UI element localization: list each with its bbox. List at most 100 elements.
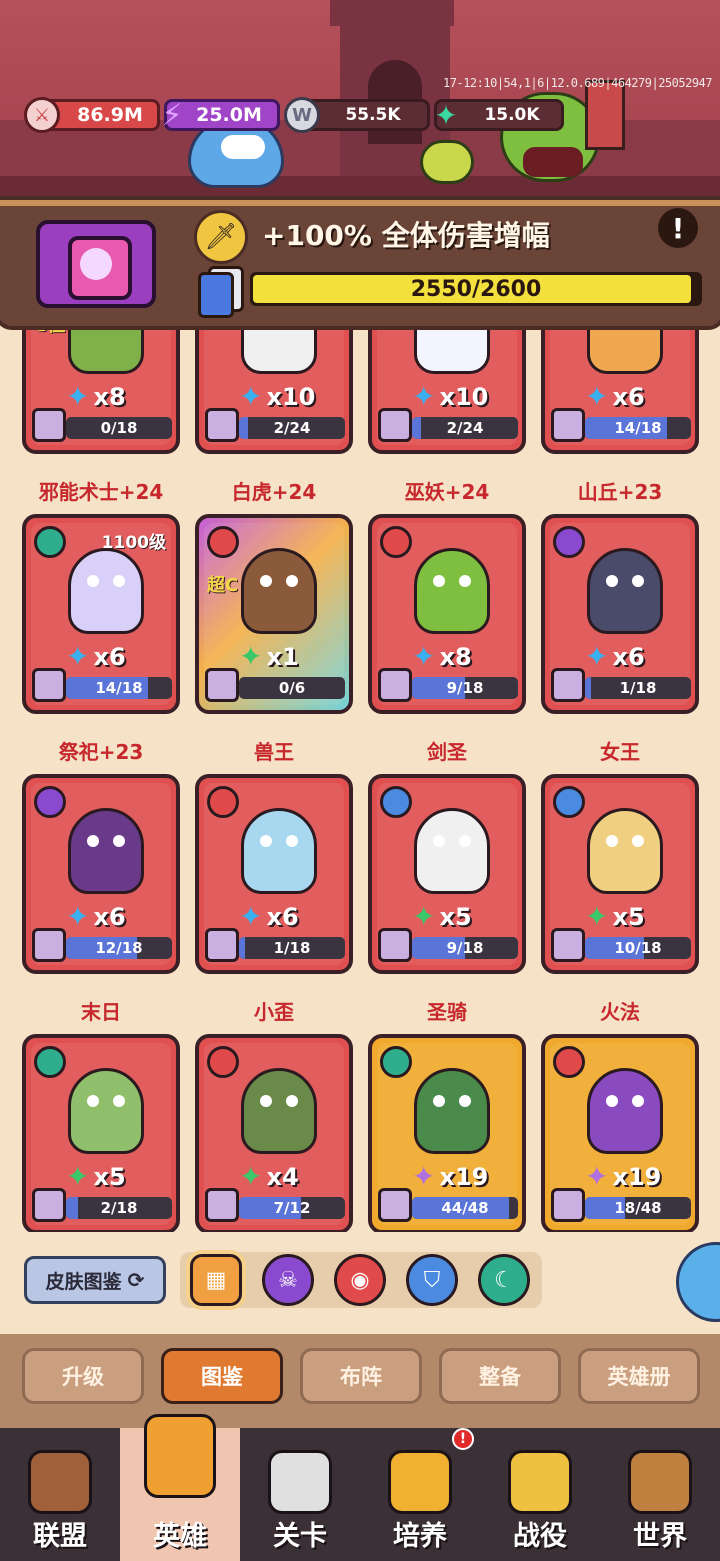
hero-name: 邪能术士+24 [38, 480, 164, 504]
hero-multiplier: ✦ x6 [585, 642, 645, 672]
filter-all-button[interactable]: ▦ [190, 1254, 242, 1306]
companion-icon [32, 408, 66, 442]
star-blue-icon: ✦ [412, 640, 436, 673]
nav-label: 关卡 [273, 1521, 327, 1552]
lightning-icon: ⚡ [161, 97, 183, 133]
hero-multiplier: ✦ x5 [66, 1162, 126, 1192]
shard-text: 18/48 [614, 1199, 662, 1217]
hero-multiplier: ✦ x6 [239, 902, 299, 932]
subtab-0[interactable]: 升级 [22, 1348, 144, 1404]
hero-name: 剑圣 [427, 740, 467, 764]
coin-resource[interactable]: W 55.5K [284, 96, 430, 134]
hero-portrait [68, 330, 144, 374]
hero-card[interactable]: ✦ x19 18/48 [541, 1034, 699, 1232]
campaign-icon [508, 1450, 572, 1514]
nav-label: 培养 [393, 1521, 447, 1552]
nav-item-1[interactable]: 英雄 [120, 1414, 240, 1561]
class-red-icon [207, 786, 239, 818]
companion-icon [32, 928, 66, 962]
nav-item-0[interactable]: 联盟 [0, 1428, 120, 1561]
gem-resource[interactable]: ✦ 15.0K [434, 96, 564, 134]
progress-text: 2550/2600 [410, 276, 542, 302]
skin-collection-button[interactable]: 皮肤图鉴 ⟳ [24, 1256, 166, 1304]
hero-grade: C位 [34, 330, 65, 336]
shard-text: 0/18 [100, 419, 138, 437]
hero-card[interactable]: ✦ x10 2/24 [368, 330, 526, 454]
hero-multiplier: ✦ x5 [412, 902, 472, 932]
class-blue-icon [553, 786, 585, 818]
star-purple-icon: ✦ [412, 1160, 436, 1193]
star-blue-icon: ✦ [585, 640, 609, 673]
hero-card[interactable]: ✦ x6 1/18 [541, 514, 699, 714]
hero-card[interactable]: ✦ x8 9/18 [368, 514, 526, 714]
treasure-chest-icon[interactable] [36, 220, 156, 308]
hero-portrait [241, 1068, 317, 1154]
hero-shard-progress: 44/48 [412, 1197, 518, 1219]
hero-name: 白虎+24 [231, 480, 317, 504]
subtab-2[interactable]: 布阵 [300, 1348, 422, 1404]
nav-item-5[interactable]: 世界 [600, 1428, 720, 1561]
hero-card[interactable]: ✦ x6 14/18 [541, 330, 699, 454]
subtab-4[interactable]: 英雄册 [578, 1348, 700, 1404]
multiplier-value: x5 [439, 903, 472, 931]
coin-letter: W [292, 104, 312, 126]
multiplier-value: x6 [93, 903, 126, 931]
hero-shard-progress: 18/48 [585, 1197, 691, 1219]
subtab-1[interactable]: 图鉴 [161, 1348, 283, 1404]
filter-helmet-button[interactable]: ⛉ [406, 1254, 458, 1306]
hero-card[interactable]: ✦ x19 44/48 [368, 1034, 526, 1232]
energy-resource[interactable]: ⚡ 25.0M [161, 96, 280, 134]
card-front [198, 272, 234, 318]
hero-portrait [241, 330, 317, 374]
hero-card[interactable]: ✦ x6 1/18 [195, 774, 353, 974]
hero-card[interactable]: ✦ x5 9/18 [368, 774, 526, 974]
shard-text: 0/6 [278, 679, 306, 697]
hero-multiplier: ✦ x19 [585, 1162, 661, 1192]
nav-item-4[interactable]: 战役 [480, 1428, 600, 1561]
nav-item-2[interactable]: 关卡 [240, 1428, 360, 1561]
hero-portrait [414, 330, 490, 374]
hero-shard-progress: 1/18 [239, 937, 345, 959]
hero-card[interactable]: 1100级 ✦ x6 14/18 [22, 514, 180, 714]
hero-card[interactable]: ✦ x6 12/18 [22, 774, 180, 974]
shard-text: 9/18 [446, 939, 484, 957]
hero-card[interactable]: ✦ x4 7/12 [195, 1034, 353, 1232]
coin-icon: W [284, 97, 320, 133]
star-purple-icon: ✦ [585, 1160, 609, 1193]
hero-card[interactable]: C位 ✦ x8 0/18 [22, 330, 180, 454]
filter-moon-button[interactable]: ☾ [478, 1254, 530, 1306]
class-teal-icon [380, 1046, 412, 1078]
spiral-icon [144, 1414, 216, 1498]
multiplier-value: x8 [439, 643, 472, 671]
hero-card[interactable]: ✦ x5 10/18 [541, 774, 699, 974]
attack-resource[interactable]: ⚔ 86.9M [24, 96, 160, 134]
info-button[interactable]: ! [658, 208, 698, 248]
subtab-3[interactable]: 整备 [439, 1348, 561, 1404]
hero-card[interactable]: ✦ x10 2/24 [195, 330, 353, 454]
class-red-icon [207, 526, 239, 558]
grid-icon: ▦ [205, 1267, 227, 1293]
star-blue-icon: ✦ [66, 640, 90, 673]
hero-shard-progress: 10/18 [585, 937, 691, 959]
companion-icon [205, 928, 239, 962]
filter-skull-button[interactable]: ☠ [262, 1254, 314, 1306]
hero-portrait [414, 548, 490, 634]
hero-card[interactable]: 超C ✦ x1 0/6 [195, 514, 353, 714]
class-purple-icon [34, 786, 66, 818]
hero-shard-progress: 14/18 [66, 677, 172, 699]
hero-shard-progress: 2/24 [239, 417, 345, 439]
skin-collection-label: 皮肤图鉴 [45, 1270, 122, 1293]
filter-mask-button[interactable]: ◉ [334, 1254, 386, 1306]
collection-progress-bar: 2550/2600 [250, 272, 702, 306]
nav-label: 战役 [513, 1521, 567, 1552]
nav-label: 联盟 [33, 1521, 87, 1552]
hero-name: 小歪 [254, 1000, 294, 1024]
helmet-icon: ⛉ [423, 1267, 441, 1293]
hero-shard-progress: 2/24 [412, 417, 518, 439]
class-red-icon [380, 526, 412, 558]
hero-portrait [587, 330, 663, 374]
hero-grid-viewport[interactable]: C位 ✦ x8 0/18 邪能术士+24 ✦ x10 2/24 白虎+24 ✦ x1… [0, 330, 720, 1232]
hero-card[interactable]: ✦ x5 2/18 [22, 1034, 180, 1232]
sword-icon [268, 1450, 332, 1514]
hero-multiplier: ✦ x10 [239, 382, 315, 412]
